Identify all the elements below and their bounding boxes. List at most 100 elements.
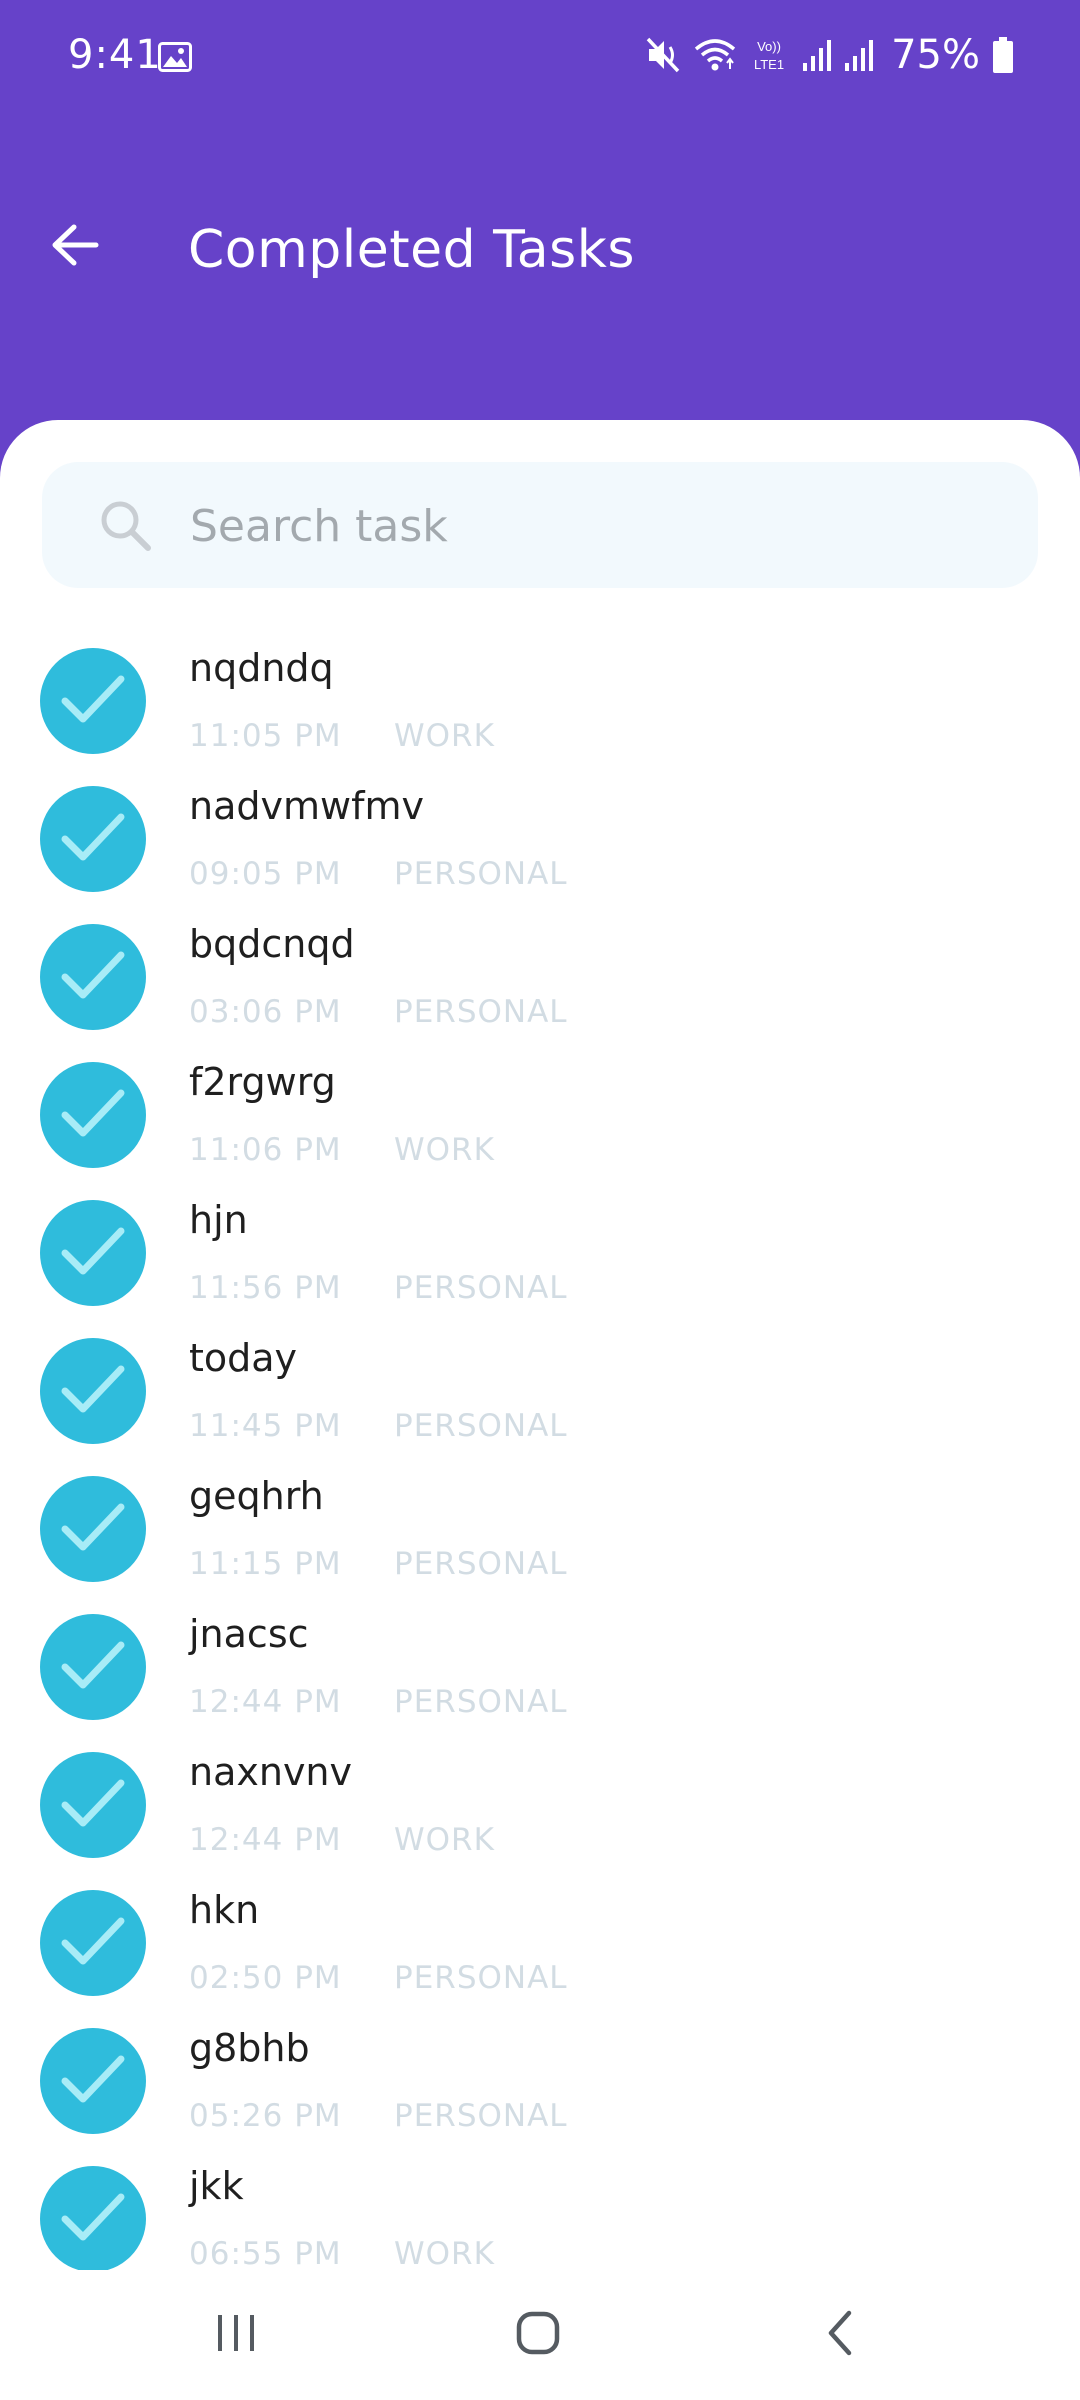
task-category: PERSONAL: [394, 1960, 568, 1996]
back-icon: [823, 2309, 857, 2361]
back-button[interactable]: [30, 202, 120, 292]
task-time: 11:45 PM: [189, 1408, 342, 1444]
completed-check[interactable]: [40, 1890, 146, 1996]
task-time: 05:26 PM: [189, 2098, 342, 2134]
task-item[interactable]: today 11:45 PM PERSONAL: [0, 1328, 1080, 1466]
checkmark-icon: [53, 1357, 133, 1425]
task-item[interactable]: nadvmwfmv 09:05 PM PERSONAL: [0, 776, 1080, 914]
signal-icon: [843, 37, 874, 73]
completed-check[interactable]: [40, 786, 146, 892]
battery-icon: [992, 36, 1014, 74]
task-item[interactable]: hkn 02:50 PM PERSONAL: [0, 1880, 1080, 2018]
completed-tasks-screen: 9:41 Vo)) LTE1 75% Completed Tasks Searc…: [0, 0, 1080, 2400]
gallery-icon: [158, 42, 192, 72]
svg-text:Vo)): Vo)): [757, 39, 781, 54]
wifi-icon: [693, 35, 737, 75]
task-time: 12:44 PM: [189, 1822, 342, 1858]
svg-text:LTE1: LTE1: [754, 57, 784, 72]
task-time: 02:50 PM: [189, 1960, 342, 1996]
checkmark-icon: [53, 1771, 133, 1839]
task-title: jnacsc: [189, 1612, 309, 1656]
page-title: Completed Tasks: [188, 220, 635, 280]
completed-check[interactable]: [40, 1338, 146, 1444]
completed-check[interactable]: [40, 2028, 146, 2134]
task-item[interactable]: bqdcnqd 03:06 PM PERSONAL: [0, 914, 1080, 1052]
task-item[interactable]: geqhrh 11:15 PM PERSONAL: [0, 1466, 1080, 1604]
nav-back-button[interactable]: [780, 2290, 900, 2380]
task-time: 12:44 PM: [189, 1684, 342, 1720]
task-time: 11:15 PM: [189, 1546, 342, 1582]
task-category: PERSONAL: [394, 994, 568, 1030]
mute-icon: [645, 35, 681, 75]
task-category: PERSONAL: [394, 1546, 568, 1582]
task-category: WORK: [394, 1132, 495, 1168]
content-sheet: nqdndq 11:05 PM WORK nadvmwfmv 09:05 PM PERSO…: [0, 420, 1080, 2400]
task-category: WORK: [394, 718, 495, 754]
status-time: 9:41: [68, 32, 162, 78]
home-button[interactable]: [478, 2290, 598, 2380]
task-time: 09:05 PM: [189, 856, 342, 892]
task-item[interactable]: nqdndq 11:05 PM WORK: [0, 638, 1080, 776]
checkmark-icon: [53, 1909, 133, 1977]
task-title: hjn: [189, 1198, 248, 1242]
checkmark-icon: [53, 943, 133, 1011]
task-item[interactable]: hjn 11:56 PM PERSONAL: [0, 1190, 1080, 1328]
search-icon: [98, 498, 154, 554]
task-title: f2rgwrg: [189, 1060, 336, 1104]
checkmark-icon: [53, 2185, 133, 2253]
status-bar: 9:41 Vo)) LTE1 75%: [0, 0, 1080, 120]
task-title: jkk: [189, 2164, 244, 2208]
battery-percent: 75%: [891, 32, 980, 78]
completed-check[interactable]: [40, 1614, 146, 1720]
checkmark-icon: [53, 805, 133, 873]
checkmark-icon: [53, 1081, 133, 1149]
task-category: WORK: [394, 2236, 495, 2272]
checkmark-icon: [53, 667, 133, 735]
checkmark-icon: [53, 1219, 133, 1287]
task-category: PERSONAL: [394, 2098, 568, 2134]
task-time: 06:55 PM: [189, 2236, 342, 2272]
task-category: WORK: [394, 1822, 495, 1858]
completed-check[interactable]: [40, 1752, 146, 1858]
home-icon: [515, 2310, 561, 2360]
completed-check[interactable]: [40, 648, 146, 754]
status-icons: Vo)) LTE1 75%: [645, 30, 1014, 80]
app-bar: Completed Tasks: [0, 190, 1080, 320]
task-time: 03:06 PM: [189, 994, 342, 1030]
task-title: bqdcnqd: [189, 922, 355, 966]
task-title: hkn: [189, 1888, 260, 1932]
completed-check[interactable]: [40, 1200, 146, 1306]
system-nav-bar: [0, 2270, 1080, 2400]
task-title: naxnvnv: [189, 1750, 353, 1794]
checkmark-icon: [53, 1495, 133, 1563]
completed-check[interactable]: [40, 924, 146, 1030]
task-item[interactable]: jnacsc 12:44 PM PERSONAL: [0, 1604, 1080, 1742]
task-time: 11:56 PM: [189, 1270, 342, 1306]
checkmark-icon: [53, 2047, 133, 2115]
search-input[interactable]: [188, 462, 992, 590]
completed-check[interactable]: [40, 1062, 146, 1168]
task-item[interactable]: f2rgwrg 11:06 PM WORK: [0, 1052, 1080, 1190]
task-item[interactable]: naxnvnv 12:44 PM WORK: [0, 1742, 1080, 1880]
recents-icon: [214, 2311, 258, 2359]
task-title: nqdndq: [189, 646, 334, 690]
recents-button[interactable]: [176, 2290, 296, 2380]
task-category: PERSONAL: [394, 1408, 568, 1444]
task-title: geqhrh: [189, 1474, 324, 1518]
search-bar[interactable]: [42, 462, 1038, 590]
task-title: today: [189, 1336, 298, 1380]
completed-check[interactable]: [40, 1476, 146, 1582]
task-title: nadvmwfmv: [189, 784, 424, 828]
task-category: PERSONAL: [394, 856, 568, 892]
task-time: 11:06 PM: [189, 1132, 342, 1168]
task-time: 11:05 PM: [189, 718, 342, 754]
task-item[interactable]: g8bhb 05:26 PM PERSONAL: [0, 2018, 1080, 2156]
signal-icon: [801, 37, 832, 73]
task-title: g8bhb: [189, 2026, 310, 2070]
task-category: PERSONAL: [394, 1270, 568, 1306]
arrow-left-icon: [50, 223, 100, 271]
checkmark-icon: [53, 1633, 133, 1701]
completed-check[interactable]: [40, 2166, 146, 2272]
volte-icon: Vo)) LTE1: [749, 35, 789, 75]
task-category: PERSONAL: [394, 1684, 568, 1720]
